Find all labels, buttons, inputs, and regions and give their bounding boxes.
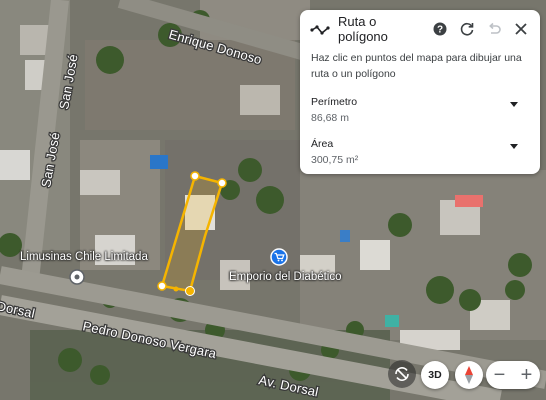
panel-header: Ruta o polígono ?: [300, 10, 540, 48]
undo-icon[interactable]: [483, 18, 505, 40]
area-value: 300,75 m²: [311, 154, 359, 166]
place-label-limusinas[interactable]: Limusinas Chile Limitada: [20, 251, 148, 263]
place-label-emporio[interactable]: Emporio del Diabético: [229, 271, 342, 283]
polygon-vertex[interactable]: [217, 178, 227, 188]
measure-panel: Ruta o polígono ? Haz clic en puntos del…: [300, 10, 540, 174]
perimeter-unit-dropdown-icon[interactable]: [510, 102, 518, 107]
place-pin-limusinas[interactable]: [69, 269, 85, 285]
compass-button[interactable]: [455, 361, 483, 389]
panel-title: Ruta o polígono: [338, 14, 388, 44]
toggle-3d-button[interactable]: 3D: [421, 361, 449, 389]
rotate-view-button[interactable]: [388, 360, 416, 388]
perimeter-value: 86,68 m: [311, 112, 349, 124]
svg-text:?: ?: [437, 25, 443, 36]
zoom-in-button[interactable]: +: [513, 361, 540, 389]
close-icon[interactable]: [510, 18, 532, 40]
polygon-vertex[interactable]: [190, 171, 200, 181]
polygon-vertex[interactable]: [185, 286, 195, 296]
perimeter-section[interactable]: Perímetro 86,68 m: [300, 96, 540, 124]
area-unit-dropdown-icon[interactable]: [510, 144, 518, 149]
rotate-icon: [395, 367, 409, 381]
polygon-vertex[interactable]: [157, 281, 167, 291]
reset-icon[interactable]: [456, 18, 478, 40]
route-polygon-icon: [310, 23, 330, 35]
area-label: Área: [311, 138, 334, 150]
perimeter-label: Perímetro: [311, 96, 358, 108]
zoom-out-button[interactable]: −: [486, 361, 513, 389]
polygon-midpoint[interactable]: [173, 286, 179, 292]
zoom-controls: − +: [486, 361, 540, 389]
compass-icon: [465, 366, 473, 384]
help-icon[interactable]: ?: [429, 18, 451, 40]
panel-instructions: Haz clic en puntos del mapa para dibujar…: [311, 52, 522, 80]
shopping-cart-icon[interactable]: [270, 248, 288, 266]
area-section[interactable]: Área 300,75 m²: [300, 138, 540, 166]
